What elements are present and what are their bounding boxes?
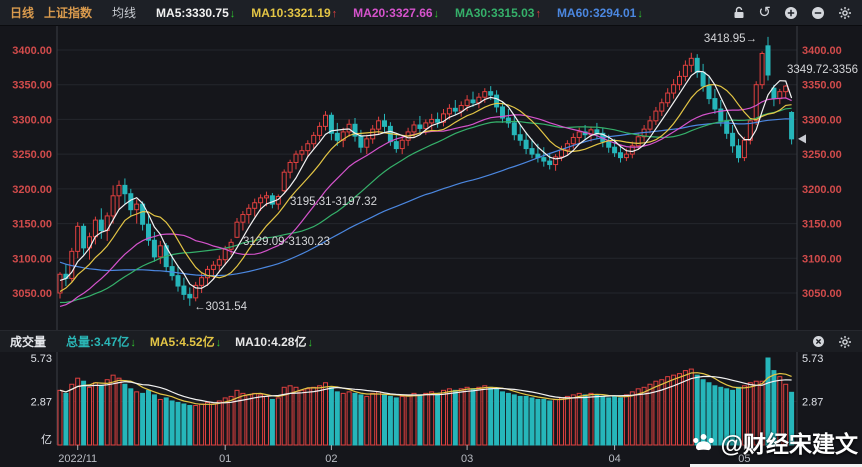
ma10-line bbox=[60, 85, 792, 292]
svg-text:2.87: 2.87 bbox=[802, 396, 823, 408]
ma-legend-ma30: MA30:3315.03↑ bbox=[455, 6, 541, 20]
date-axis: 2022/110102030405 bbox=[58, 445, 750, 465]
svg-text:3349.72-3356: 3349.72-3356 bbox=[787, 64, 858, 76]
chart-toolbar: 日线 上证指数 均线 MA5:3330.75↓ MA10:3321.19↑ MA20… bbox=[0, 0, 862, 26]
svg-text:3418.95→: 3418.95→ bbox=[704, 33, 757, 45]
svg-text:3400.00: 3400.00 bbox=[12, 45, 52, 57]
ma-settings-label[interactable]: 均线 bbox=[112, 4, 136, 21]
down-arrow-icon: ↓ bbox=[230, 8, 236, 20]
down-arrow-icon: ↓ bbox=[216, 337, 222, 349]
ma-legend-ma60: MA60:3294.01↓ bbox=[557, 6, 643, 20]
svg-text:3300.00: 3300.00 bbox=[12, 114, 52, 126]
main-candlestick-chart[interactable]: 3400.00 3400.00 3350.00 3350.00 3300.00 3300.… bbox=[0, 26, 862, 330]
symbol-name[interactable]: 上证指数 bbox=[44, 4, 92, 21]
svg-text:3050.00: 3050.00 bbox=[12, 288, 52, 300]
volume-bars-group bbox=[58, 358, 794, 445]
ma-legend-ma5: MA5:3330.75↓ bbox=[156, 6, 235, 20]
vol-legend-total: 总量:3.47亿↓ bbox=[66, 335, 136, 349]
chart-annotations: 3418.95→ 3349.72-3356 3195.31-3197.32 3129.… bbox=[194, 33, 858, 313]
down-arrow-icon: ↓ bbox=[307, 337, 313, 349]
volume-legend: 总量:3.47亿↓ MA5:4.52亿↓ MA10:4.28亿↓ bbox=[66, 333, 327, 350]
volume-toolbar-icons bbox=[812, 335, 852, 349]
watermark-text: @财经宋建文 bbox=[721, 425, 858, 459]
stock-chart-app: 日线 上证指数 均线 MA5:3330.75↓ MA10:3321.19↑ MA20… bbox=[0, 0, 862, 467]
svg-text:3200.00: 3200.00 bbox=[802, 184, 842, 196]
svg-text:3350.00: 3350.00 bbox=[12, 80, 52, 92]
svg-text:5.73: 5.73 bbox=[31, 353, 52, 365]
volume-toolbar: 成交量 总量:3.47亿↓ MA5:4.52亿↓ MA10:4.28亿↓ bbox=[0, 330, 862, 352]
svg-text:3400.00: 3400.00 bbox=[802, 45, 842, 57]
svg-text:03: 03 bbox=[461, 453, 473, 465]
ma-legend-ma10: MA10:3321.19↑ bbox=[251, 6, 337, 20]
up-arrow-icon: ↑ bbox=[535, 8, 541, 20]
svg-text:3250.00: 3250.00 bbox=[12, 149, 52, 161]
down-arrow-icon: ↓ bbox=[434, 8, 440, 20]
watermark: @财经宋建文 bbox=[691, 425, 858, 459]
svg-text:3100.00: 3100.00 bbox=[802, 253, 842, 265]
period-selector[interactable]: 日线 bbox=[10, 4, 34, 21]
settings-icon[interactable] bbox=[838, 6, 852, 20]
settings-icon[interactable] bbox=[838, 335, 852, 349]
ma-legend-ma20: MA20:3327.66↓ bbox=[353, 6, 439, 20]
zoom-out-icon[interactable] bbox=[811, 6, 825, 20]
svg-text:5.73: 5.73 bbox=[802, 353, 823, 365]
down-arrow-icon: ↓ bbox=[130, 337, 136, 349]
close-icon[interactable] bbox=[812, 335, 825, 348]
svg-text:3200.00: 3200.00 bbox=[12, 184, 52, 196]
svg-text:3129.09-3130.23: 3129.09-3130.23 bbox=[243, 236, 330, 248]
last-price-marker bbox=[798, 134, 806, 143]
toolbar-icons: ↺ bbox=[733, 5, 852, 20]
price-axis-labels: 3400.00 3400.00 3350.00 3350.00 3300.00 3300.… bbox=[12, 45, 842, 300]
svg-text:3150.00: 3150.00 bbox=[802, 219, 842, 231]
svg-text:3250.00: 3250.00 bbox=[802, 149, 842, 161]
zoom-in-icon[interactable] bbox=[784, 6, 798, 20]
svg-text:亿: 亿 bbox=[41, 433, 52, 446]
vol-legend-ma10: MA10:4.28亿↓ bbox=[235, 335, 313, 349]
svg-text:2022/11: 2022/11 bbox=[58, 453, 97, 465]
lock-icon[interactable] bbox=[733, 6, 745, 19]
svg-text:3350.00: 3350.00 bbox=[802, 80, 842, 92]
svg-text:3050.00: 3050.00 bbox=[802, 288, 842, 300]
svg-text:02: 02 bbox=[325, 453, 337, 465]
down-arrow-icon: ↓ bbox=[637, 8, 643, 20]
svg-text:01: 01 bbox=[219, 453, 231, 465]
svg-text:3300.00: 3300.00 bbox=[802, 114, 842, 126]
undo-icon[interactable]: ↺ bbox=[758, 5, 771, 20]
svg-text:2.87: 2.87 bbox=[31, 396, 52, 408]
svg-text:04: 04 bbox=[608, 453, 620, 465]
up-arrow-icon: ↑ bbox=[332, 8, 338, 20]
paw-icon bbox=[691, 430, 716, 455]
svg-text:3150.00: 3150.00 bbox=[12, 219, 52, 231]
candles-group bbox=[58, 37, 794, 306]
ma-legend: MA5:3330.75↓ MA10:3321.19↑ MA20:3327.66↓ MA… bbox=[156, 6, 659, 20]
vol-legend-ma5: MA5:4.52亿↓ bbox=[150, 335, 221, 349]
volume-pane-title: 成交量 bbox=[10, 333, 46, 350]
svg-text:←3031.54: ←3031.54 bbox=[194, 301, 248, 313]
svg-text:3100.00: 3100.00 bbox=[12, 253, 52, 265]
svg-text:3195.31-3197.32: 3195.31-3197.32 bbox=[290, 196, 377, 208]
